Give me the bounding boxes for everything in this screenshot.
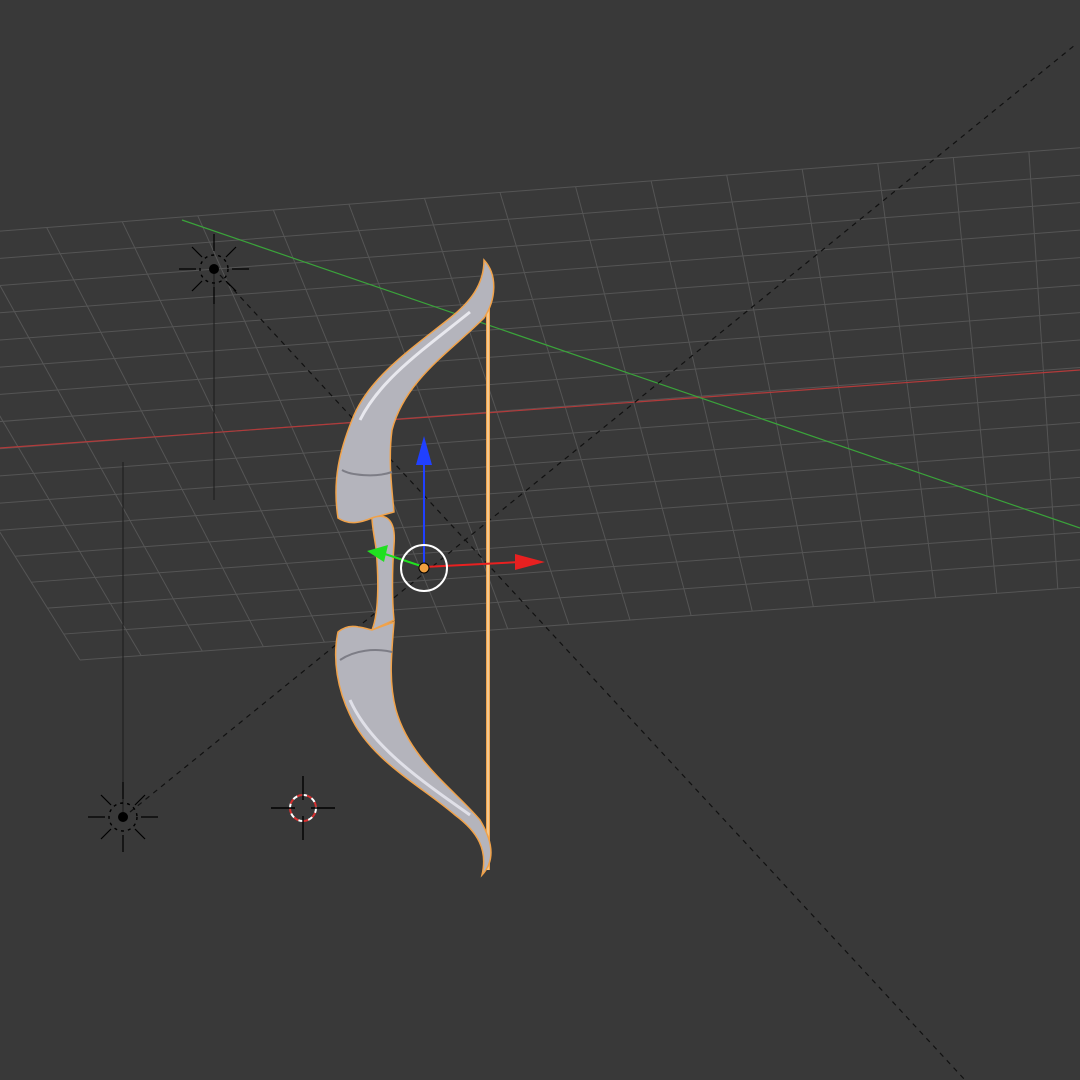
gizmo-z-arrow-icon — [416, 436, 432, 465]
grid-line — [0, 174, 1080, 259]
grid-line — [47, 531, 1080, 609]
gizmo-x-axis — [423, 561, 521, 568]
bow-object[interactable] — [334, 258, 495, 878]
grid-line — [79, 586, 1080, 661]
grid-line — [0, 284, 1080, 368]
camera-line-diagonal-down — [219, 274, 966, 1080]
lamp-lower-icon[interactable] — [88, 782, 158, 852]
grid-line — [31, 504, 1080, 583]
grid-line — [0, 147, 1080, 232]
floor-grid — [0, 147, 1080, 661]
3d-cursor-icon[interactable] — [271, 776, 335, 840]
transform-gizmo[interactable] — [367, 436, 545, 592]
gizmo-x-arrow-icon — [515, 554, 545, 570]
bow-lower-limb — [334, 620, 492, 878]
viewport-scene[interactable] — [0, 0, 1080, 1080]
grid-line — [0, 257, 1080, 341]
grid-line — [0, 367, 1080, 450]
object-origin-pivot — [418, 562, 430, 574]
lamp-upper-icon[interactable] — [179, 234, 249, 304]
bow-grip — [370, 515, 396, 632]
camera-lines — [129, 44, 1076, 1080]
3d-viewport[interactable] — [0, 0, 1080, 1080]
y-axis-line — [181, 219, 1080, 529]
grid-line — [0, 312, 1080, 395]
grid-line — [63, 559, 1080, 635]
grid-line — [0, 421, 1080, 504]
